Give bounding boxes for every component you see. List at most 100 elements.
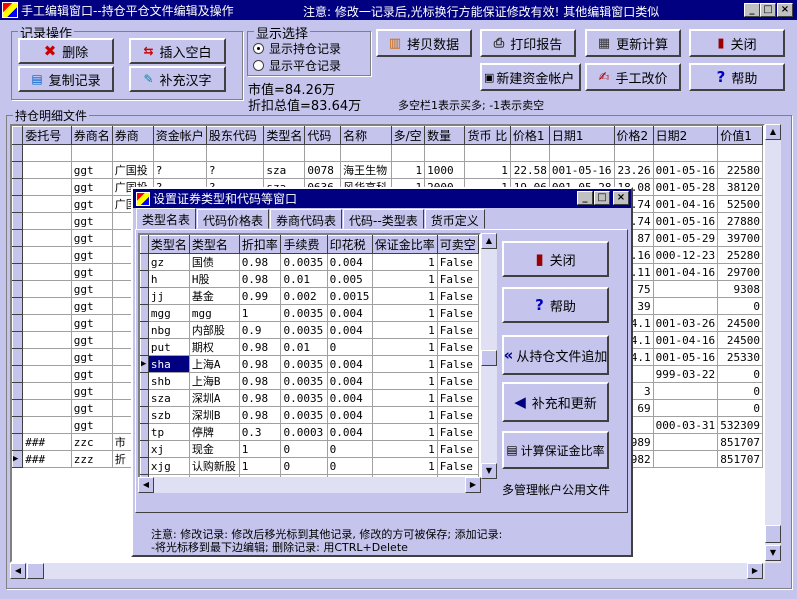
holding-col-header[interactable]: 股东代码 xyxy=(205,126,265,145)
type-scroll-thumb[interactable] xyxy=(481,350,497,366)
table-row[interactable]: nbg 内部股 0.9 0.0035 0.004 1 False xyxy=(140,321,479,339)
table-cell[interactable]: False xyxy=(437,304,479,322)
table-cell[interactable]: 停牌 xyxy=(189,423,240,441)
table-cell[interactable] xyxy=(340,144,392,162)
tab-code-type[interactable]: 代码--类型表 xyxy=(343,209,424,229)
row-indicator[interactable] xyxy=(12,348,24,366)
table-cell[interactable]: 0 xyxy=(327,457,373,475)
close-window-button[interactable]: × xyxy=(777,3,793,17)
scroll-right-icon[interactable]: ▶ xyxy=(465,477,481,493)
table-cell[interactable]: ggt xyxy=(71,212,113,230)
row-indicator[interactable] xyxy=(12,416,24,434)
table-cell[interactable] xyxy=(549,144,615,162)
holding-col-header[interactable]: 价格1 xyxy=(509,126,550,145)
table-cell[interactable]: False xyxy=(437,389,479,407)
table-cell[interactable]: 0.98 xyxy=(239,389,282,407)
table-cell[interactable]: 0.0035 xyxy=(280,253,328,271)
table-cell[interactable]: h xyxy=(148,270,190,288)
row-indicator[interactable] xyxy=(12,195,24,213)
scroll-down-icon[interactable]: ▼ xyxy=(765,545,781,561)
table-cell[interactable] xyxy=(22,161,72,179)
table-cell[interactable] xyxy=(22,212,72,230)
table-row[interactable] xyxy=(12,144,763,162)
table-cell[interactable]: 0.004 xyxy=(327,304,373,322)
new-fund-account-button[interactable]: ▣ 新建资金帐户 xyxy=(480,63,581,91)
table-cell[interactable]: 0.0035 xyxy=(280,355,328,373)
table-cell[interactable]: False xyxy=(437,457,479,475)
table-cell[interactable]: 现金 xyxy=(189,440,240,458)
copy-record-button[interactable]: ▤ 复制记录 xyxy=(18,66,114,92)
table-cell[interactable]: xj xyxy=(148,440,190,458)
type-col-header[interactable]: 印花税 xyxy=(326,235,373,254)
table-cell[interactable]: put xyxy=(148,338,190,356)
table-cell[interactable]: 851707 xyxy=(717,433,763,451)
table-cell[interactable]: 1 xyxy=(391,161,426,179)
table-cell[interactable] xyxy=(22,246,72,264)
scroll-right-icon[interactable]: ▶ xyxy=(747,563,763,579)
row-indicator[interactable] xyxy=(140,270,149,288)
table-cell[interactable]: 1 xyxy=(372,440,438,458)
table-cell[interactable] xyxy=(22,195,72,213)
table-cell[interactable]: 000-03-31 xyxy=(653,416,719,434)
row-indicator[interactable] xyxy=(12,399,24,417)
fill-update-button[interactable]: ◀ 补充和更新 xyxy=(502,382,609,422)
table-cell[interactable] xyxy=(22,144,72,162)
table-cell[interactable]: 1000 xyxy=(424,161,466,179)
table-cell[interactable]: 深圳A xyxy=(189,389,240,407)
row-indicator[interactable] xyxy=(12,314,24,332)
table-cell[interactable]: sza xyxy=(148,389,190,407)
row-indicator[interactable] xyxy=(12,365,24,383)
table-cell[interactable]: 0 xyxy=(280,440,328,458)
type-grid[interactable]: 类型名 类型名 折扣率 手续费 印花税 保证金比率 可卖空 gz 国债 0.98 0.0035 0.… xyxy=(138,233,481,493)
table-cell[interactable] xyxy=(22,297,72,315)
holding-col-header[interactable]: 多/空 xyxy=(390,126,426,145)
table-cell[interactable]: 期权 xyxy=(189,338,240,356)
tab-currency[interactable]: 货币定义 xyxy=(424,209,485,229)
row-indicator[interactable] xyxy=(12,297,24,315)
table-cell[interactable]: 0.0015 xyxy=(327,287,373,305)
hscroll-thumb[interactable] xyxy=(27,563,44,579)
table-row[interactable]: ▶ sha 上海A 0.98 0.0035 0.004 1 False xyxy=(140,355,479,373)
table-cell[interactable]: ? xyxy=(153,161,207,179)
holding-hscroll[interactable]: ◀ ▶ xyxy=(10,563,765,579)
holding-col-header[interactable]: 资金帐户 xyxy=(152,126,207,145)
table-cell[interactable]: sha xyxy=(148,355,190,373)
table-cell[interactable]: ggt xyxy=(71,314,113,332)
table-cell[interactable]: 23.26 xyxy=(614,161,654,179)
row-indicator[interactable] xyxy=(12,433,24,451)
table-cell[interactable]: 25280 xyxy=(717,246,763,264)
table-cell[interactable]: 001-04-16 xyxy=(653,263,719,281)
table-cell[interactable]: 1 xyxy=(372,457,438,475)
holding-col-header[interactable]: 券商 xyxy=(111,126,154,145)
table-row[interactable]: put 期权 0.98 0.01 0 1 False xyxy=(140,338,479,356)
table-cell[interactable] xyxy=(22,348,72,366)
table-cell[interactable]: 0.002 xyxy=(280,287,328,305)
table-cell[interactable]: 29700 xyxy=(717,263,763,281)
dialog-maximize-button[interactable]: □ xyxy=(594,191,610,205)
row-indicator[interactable] xyxy=(140,321,149,339)
row-indicator[interactable]: ▶ xyxy=(140,355,149,373)
table-cell[interactable]: ### xyxy=(22,433,72,451)
table-cell[interactable] xyxy=(424,144,466,162)
type-col-header[interactable]: 手续费 xyxy=(280,235,328,254)
table-cell[interactable]: 001-05-16 xyxy=(653,161,719,179)
table-cell[interactable]: 0078 xyxy=(304,161,342,179)
table-cell[interactable]: 001-04-16 xyxy=(653,331,719,349)
table-row[interactable]: szb 深圳B 0.98 0.0035 0.004 1 False xyxy=(140,406,479,424)
table-cell[interactable]: 52500 xyxy=(717,195,763,213)
table-cell[interactable] xyxy=(653,144,719,162)
table-cell[interactable]: mgg xyxy=(189,304,240,322)
table-cell[interactable]: 1 xyxy=(372,423,438,441)
radio-show-closed[interactable]: 显示平仓记录 xyxy=(253,57,341,74)
table-cell[interactable]: 0.004 xyxy=(327,355,373,373)
row-indicator[interactable] xyxy=(140,406,149,424)
table-cell[interactable]: 0.98 xyxy=(239,372,282,390)
table-cell[interactable]: 0.005 xyxy=(327,270,373,288)
table-cell[interactable]: 1 xyxy=(372,372,438,390)
table-cell[interactable]: 0.99 xyxy=(239,287,282,305)
holding-col-header[interactable]: 数量 xyxy=(424,126,466,145)
table-cell[interactable]: 0.0003 xyxy=(280,423,328,441)
table-cell[interactable] xyxy=(510,144,550,162)
table-cell[interactable]: 广国投 xyxy=(112,161,154,179)
table-cell[interactable] xyxy=(653,297,719,315)
